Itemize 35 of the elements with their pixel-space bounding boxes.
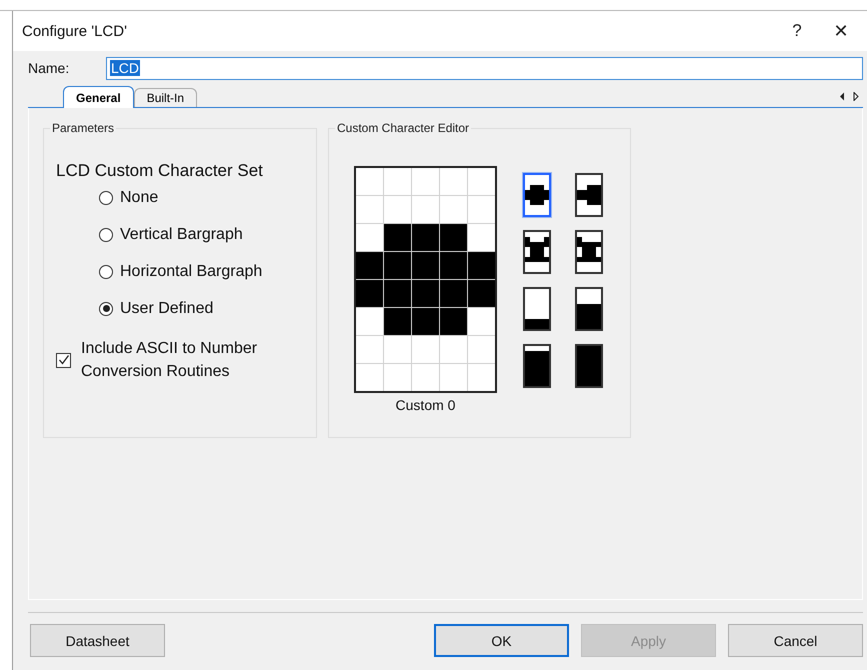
dialog-button[interactable]: Datasheet <box>30 624 165 657</box>
checkbox[interactable] <box>56 352 71 368</box>
radio-button[interactable] <box>99 190 113 204</box>
radio-button[interactable] <box>99 264 113 278</box>
character-thumbnail[interactable] <box>575 344 603 388</box>
character-thumbnail[interactable] <box>523 230 551 274</box>
grid-caption: Custom 0 <box>394 397 456 413</box>
radio-button[interactable] <box>99 228 113 242</box>
name-label: Name: <box>28 60 70 76</box>
checkbox-label: Include ASCII to Number Conversion Routines <box>81 339 258 382</box>
radio-button[interactable] <box>99 302 113 316</box>
close-button[interactable]: ✕ <box>819 14 863 48</box>
dialog-button[interactable]: OK <box>434 624 569 657</box>
character-thumbnail[interactable] <box>523 287 551 331</box>
help-button[interactable]: ? <box>775 14 819 48</box>
tab[interactable]: General <box>63 86 134 108</box>
scroll-right-icon[interactable] <box>853 92 859 101</box>
tab[interactable]: Built-In <box>134 88 198 107</box>
radio-label: User Defined <box>120 300 214 318</box>
character-thumbnail[interactable] <box>575 230 603 274</box>
radio-label: None <box>120 188 158 206</box>
character-thumbnail[interactable] <box>575 173 603 217</box>
window-title: Configure 'LCD' <box>22 22 127 40</box>
character-thumbnail[interactable] <box>523 344 551 388</box>
group-title: Custom Character Editor <box>335 121 472 135</box>
character-thumbnail[interactable] <box>575 287 603 331</box>
pixel-grid[interactable] <box>354 166 497 393</box>
radio-label: Horizontal Bargraph <box>120 262 262 280</box>
group-title: Parameters <box>50 121 116 135</box>
name-field[interactable]: LCD <box>106 56 863 80</box>
radio-label: Vertical Bargraph <box>120 226 243 244</box>
section-heading: LCD Custom Character Set <box>56 161 264 181</box>
dialog-button[interactable]: Cancel <box>728 624 863 657</box>
character-thumbnail[interactable] <box>523 173 551 217</box>
scroll-left-icon[interactable] <box>839 92 845 101</box>
